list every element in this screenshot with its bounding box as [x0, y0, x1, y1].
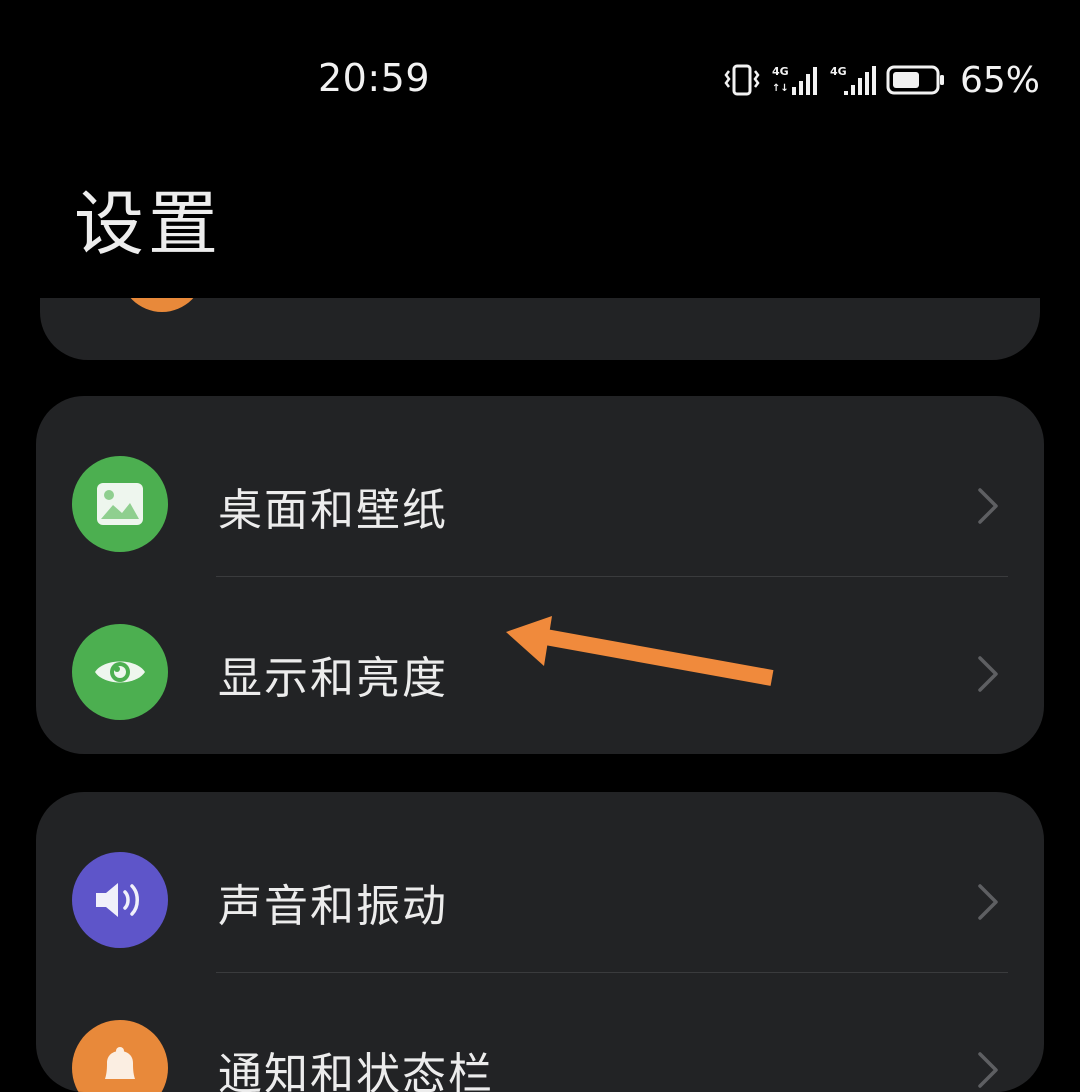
settings-item-label: 桌面和壁纸 — [218, 485, 448, 536]
svg-text:↑↓: ↑↓ — [772, 83, 789, 94]
signal-4g-icon: 4G ↑↓ — [772, 65, 817, 95]
settings-item-label: 显示和亮度 — [218, 653, 448, 704]
chevron-right-icon — [978, 884, 998, 920]
status-icons: 4G ↑↓ 4G 65% — [722, 56, 1040, 104]
settings-item-label: 声音和振动 — [218, 881, 448, 932]
svg-text:4G: 4G — [772, 65, 789, 78]
partial-icon — [120, 298, 204, 312]
svg-text:4G: 4G — [830, 65, 847, 78]
settings-card-display: 桌面和壁纸 显示和亮度 — [36, 396, 1044, 754]
settings-item-sound-vibration[interactable]: 声音和振动 — [36, 804, 1044, 972]
speaker-icon — [72, 852, 168, 948]
settings-item-label: 通知和状态栏 — [218, 1049, 494, 1092]
chevron-right-icon — [978, 488, 998, 524]
page-title: 设置 — [74, 183, 222, 265]
chevron-right-icon — [978, 1052, 998, 1088]
settings-item-notifications[interactable]: 通知和状态栏 — [36, 972, 1044, 1092]
eye-icon — [72, 624, 168, 720]
bell-icon — [72, 1020, 168, 1092]
signal-4g-icon: 4G — [830, 65, 876, 95]
settings-card-sound: 声音和振动 通知和状态栏 — [36, 792, 1044, 1092]
settings-card-partial — [40, 298, 1040, 360]
settings-item-display-brightness[interactable]: 显示和亮度 — [36, 576, 1044, 744]
vibrate-icon — [724, 64, 760, 96]
battery-icon — [886, 65, 944, 95]
battery-percent: 65% — [959, 59, 1040, 101]
status-time: 20:59 — [318, 56, 431, 100]
wallpaper-icon — [72, 456, 168, 552]
chevron-right-icon — [978, 656, 998, 692]
settings-item-wallpaper[interactable]: 桌面和壁纸 — [36, 408, 1044, 576]
status-bar: 20:59 4G ↑↓ 4G 65% — [0, 0, 1080, 160]
